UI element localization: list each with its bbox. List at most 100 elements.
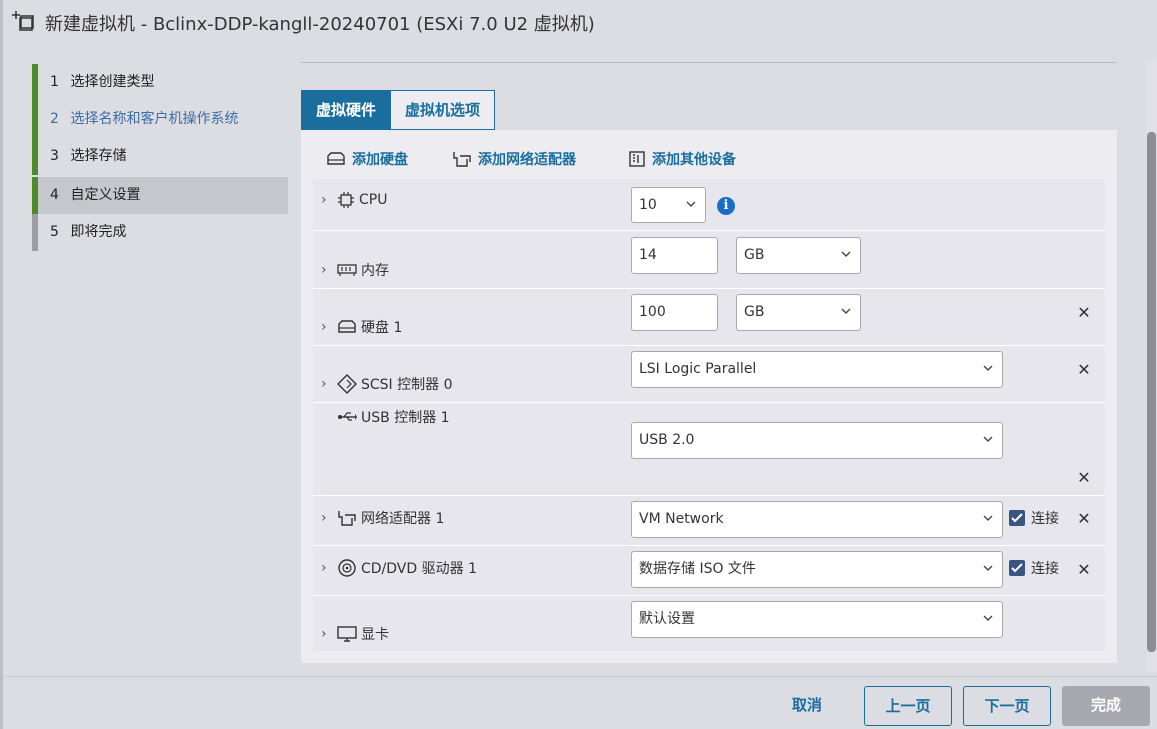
video-settings-select[interactable]: 默认设置 — [631, 601, 1003, 638]
disk-row-label[interactable]: › 硬盘 1 — [321, 317, 402, 337]
hardware-table: › CPU 10 i › 内存 14 GB › 硬盘 1 100 GB ✕ › … — [313, 179, 1105, 651]
cd-dvd-icon — [337, 558, 357, 578]
step-indicator — [32, 214, 38, 251]
tab-vm-options[interactable]: 虚拟机选项 — [391, 90, 496, 130]
dialog-footer: 取消 上一页 下一页 完成 — [0, 676, 1157, 729]
cdrom-source-select[interactable]: 数据存储 ISO 文件 — [631, 551, 1003, 588]
memory-label: 内存 — [361, 263, 389, 279]
add-disk-button[interactable]: 添加硬盘 — [326, 149, 408, 169]
memory-row-label[interactable]: › 内存 — [321, 260, 389, 280]
chevron-down-icon — [983, 602, 993, 622]
cpu-count-value: 10 — [639, 197, 657, 213]
usb-version-select[interactable]: USB 2.0 — [631, 422, 1003, 459]
step-number: 5 — [50, 224, 59, 240]
step-number: 2 — [50, 111, 59, 127]
cpu-label: CPU — [359, 192, 388, 208]
chevron-down-icon — [983, 352, 993, 372]
disk-unit-select[interactable]: GB — [736, 294, 861, 331]
chevron-right-icon[interactable]: › — [321, 262, 335, 278]
chevron-down-icon — [983, 423, 993, 443]
finish-button[interactable]: 完成 — [1062, 686, 1150, 726]
nic-connect-checkbox[interactable] — [1009, 510, 1025, 526]
step-1[interactable]: 1 选择创建类型 — [32, 64, 291, 101]
info-icon[interactable]: i — [717, 197, 735, 215]
step-indicator — [32, 138, 38, 175]
step-number: 1 — [50, 74, 59, 90]
step-label: 自定义设置 — [70, 187, 141, 203]
dialog-title: 新建虚拟机 - Bclinx-DDP-kangll-20240701 (ESXi… — [45, 14, 595, 35]
remove-nic-button[interactable]: ✕ — [1076, 511, 1092, 527]
add-disk-label: 添加硬盘 — [352, 152, 408, 168]
video-label: 显卡 — [361, 627, 389, 643]
chevron-right-icon[interactable]: › — [321, 376, 335, 392]
wizard-steps: 1 选择创建类型 2 选择名称和客户机操作系统 3 选择存储 4 自定义设置 5… — [0, 50, 291, 676]
cpu-icon — [337, 191, 355, 209]
remove-disk-button[interactable]: ✕ — [1076, 305, 1092, 321]
add-other-device-button[interactable]: 添加其他设备 — [628, 149, 736, 169]
network-adapter-icon — [337, 509, 357, 527]
row-divider — [313, 545, 1105, 546]
add-other-device-label: 添加其他设备 — [652, 152, 736, 168]
cdrom-row-label[interactable]: › CD/DVD 驱动器 1 — [321, 558, 477, 578]
memory-size-input[interactable]: 14 — [631, 237, 718, 274]
device-icon — [629, 151, 645, 167]
cpu-row-label[interactable]: › CPU — [321, 191, 387, 209]
usb-row-label: USB 控制器 1 — [335, 407, 450, 427]
nic-network-select[interactable]: VM Network — [631, 501, 1003, 538]
remove-cdrom-button[interactable]: ✕ — [1076, 562, 1092, 578]
hardware-panel: 添加硬盘 添加网络适配器 添加其他设备 › CPU 10 i › 内存 14 G… — [301, 130, 1117, 663]
add-network-adapter-button[interactable]: 添加网络适配器 — [452, 149, 576, 169]
step-4[interactable]: 4 自定义设置 — [32, 177, 291, 214]
previous-button[interactable]: 上一页 — [864, 686, 952, 726]
disk-icon — [337, 319, 357, 335]
nic-label: 网络适配器 1 — [361, 511, 445, 527]
step-label: 选择创建类型 — [70, 74, 155, 90]
step-3[interactable]: 3 选择存储 — [32, 138, 291, 175]
usb-icon — [337, 410, 357, 424]
row-divider — [313, 288, 1105, 289]
row-divider — [313, 402, 1105, 403]
video-settings-value: 默认设置 — [639, 611, 695, 627]
step-number: 4 — [50, 187, 59, 203]
tab-virtual-hardware[interactable]: 虚拟硬件 — [301, 90, 392, 130]
remove-usb-button[interactable]: ✕ — [1076, 470, 1092, 486]
network-adapter-icon — [453, 152, 471, 167]
disk-size-input[interactable]: 100 — [631, 294, 718, 331]
chevron-down-icon — [841, 295, 851, 315]
step-number: 3 — [50, 148, 59, 164]
chevron-down-icon — [983, 502, 993, 522]
row-divider — [313, 345, 1105, 346]
chevron-right-icon[interactable]: › — [321, 319, 335, 335]
tab-bar: 虚拟硬件 虚拟机选项 — [301, 90, 496, 130]
cdrom-source-value: 数据存储 ISO 文件 — [639, 561, 756, 577]
step-2[interactable]: 2 选择名称和客户机操作系统 — [32, 101, 291, 138]
usb-label: USB 控制器 1 — [361, 410, 450, 426]
dialog-titlebar: 新建虚拟机 - Bclinx-DDP-kangll-20240701 (ESXi… — [0, 0, 1157, 50]
cdrom-connect-checkbox[interactable] — [1009, 560, 1025, 576]
scsi-row-label[interactable]: › SCSI 控制器 0 — [321, 374, 453, 394]
chevron-right-icon[interactable]: › — [321, 626, 335, 642]
vertical-scrollbar[interactable] — [1146, 60, 1157, 672]
video-row-label[interactable]: › 显卡 — [321, 624, 389, 644]
remove-scsi-button[interactable]: ✕ — [1076, 362, 1092, 378]
memory-icon — [337, 263, 357, 277]
chevron-down-icon — [841, 238, 851, 258]
memory-unit-value: GB — [744, 247, 765, 263]
chevron-down-icon — [686, 188, 696, 208]
step-indicator — [32, 64, 38, 101]
scsi-type-select[interactable]: LSI Logic Parallel — [631, 351, 1003, 388]
next-button[interactable]: 下一页 — [963, 686, 1051, 726]
row-divider — [313, 495, 1105, 496]
memory-unit-select[interactable]: GB — [736, 237, 861, 274]
cancel-button[interactable]: 取消 — [770, 686, 844, 726]
scrollbar-thumb[interactable] — [1147, 132, 1156, 652]
nic-row-label[interactable]: › 网络适配器 1 — [321, 508, 444, 528]
chevron-right-icon[interactable]: › — [321, 510, 335, 526]
display-icon — [337, 625, 357, 643]
chevron-right-icon[interactable]: › — [321, 192, 335, 208]
row-divider — [313, 595, 1105, 596]
scsi-label: SCSI 控制器 0 — [361, 377, 453, 393]
chevron-down-icon — [983, 552, 993, 572]
chevron-right-icon[interactable]: › — [321, 560, 335, 576]
cpu-count-select[interactable]: 10 — [631, 187, 706, 223]
